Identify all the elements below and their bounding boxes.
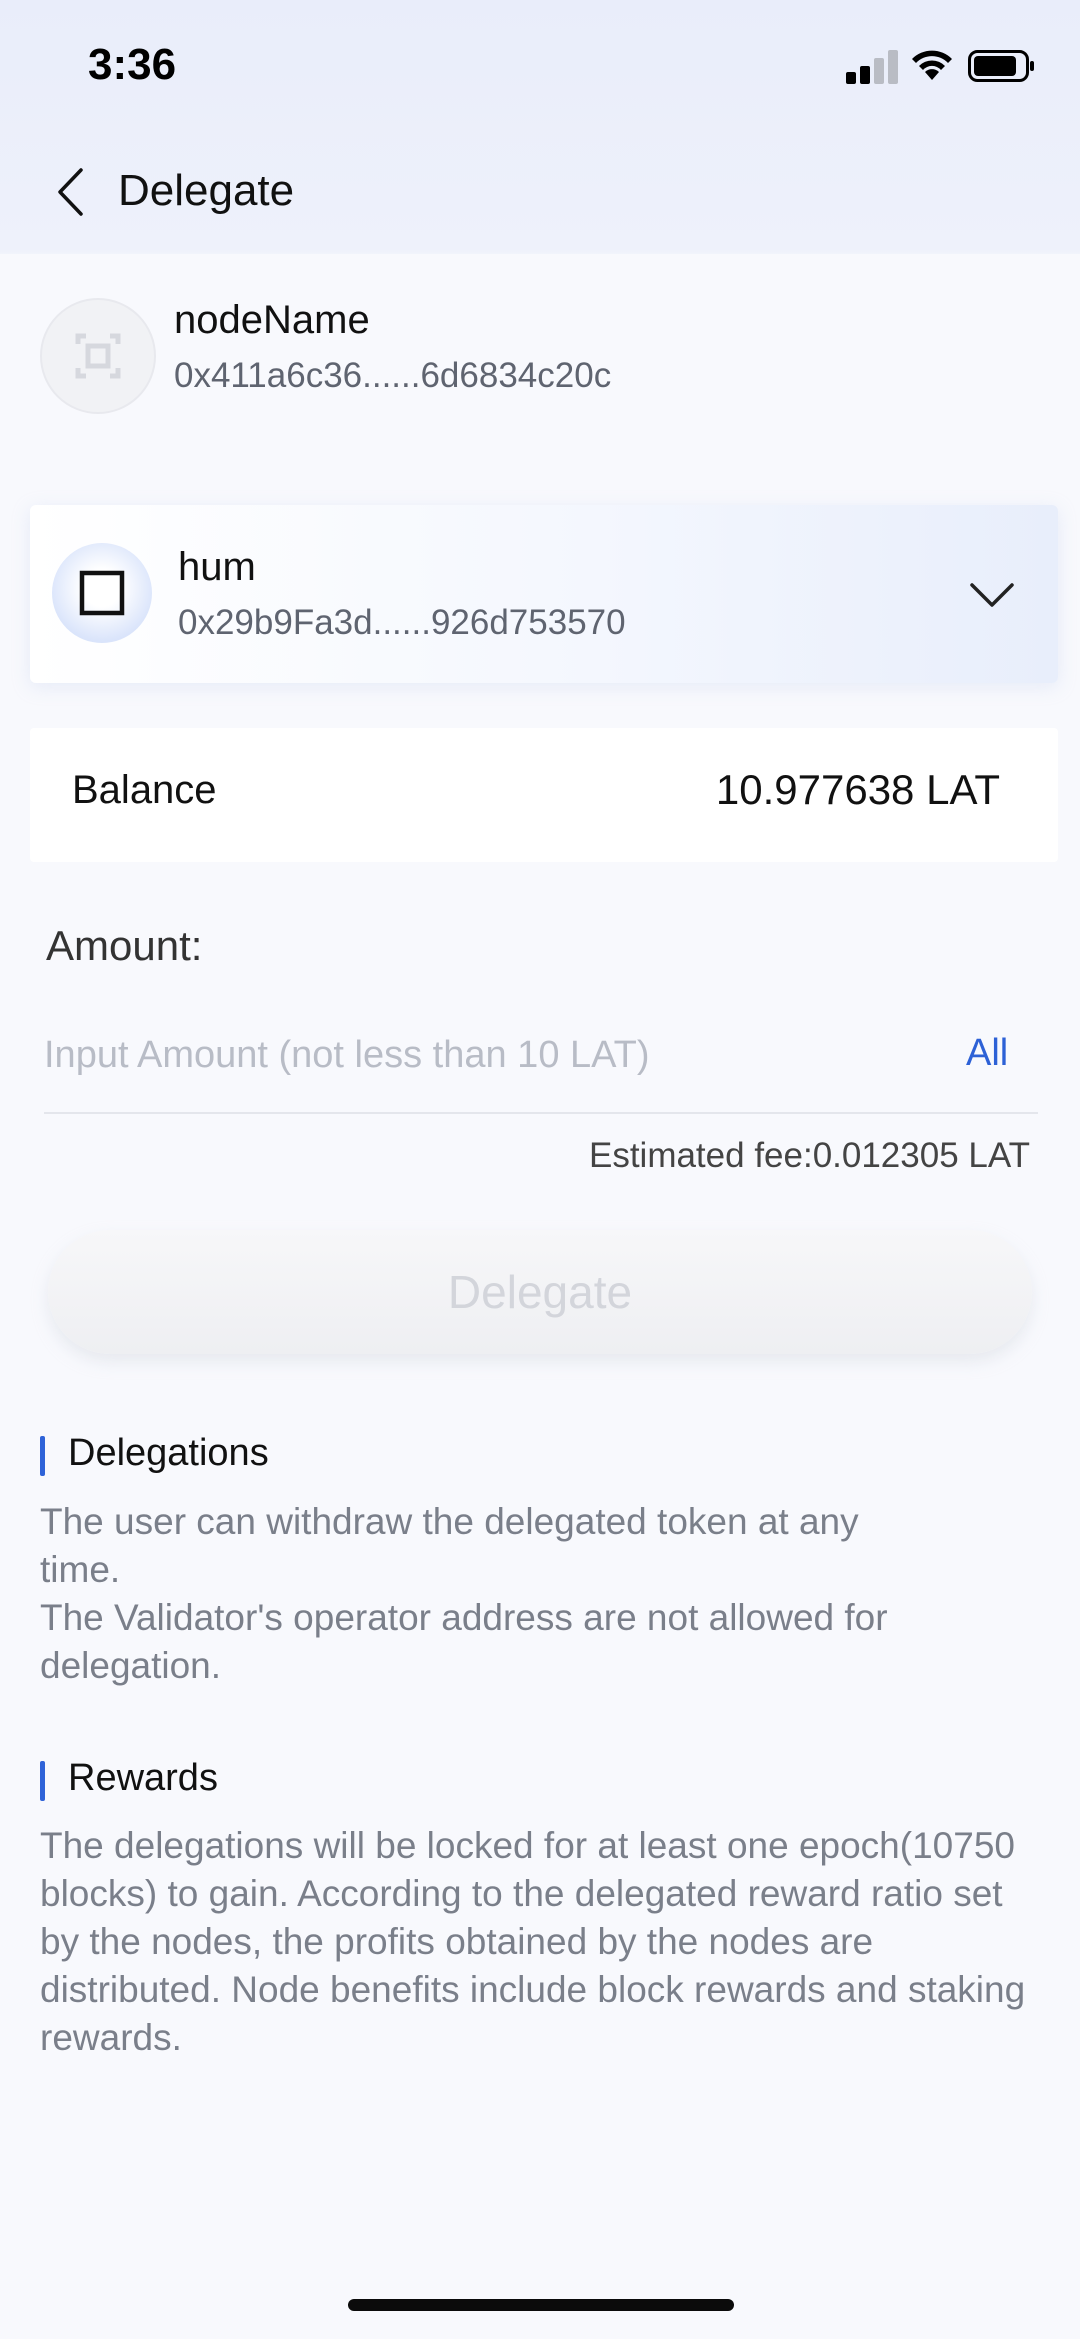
wifi-icon xyxy=(912,50,952,80)
balance-value: 10.977638 LAT xyxy=(715,766,1000,813)
validator-node-info: nodeName 0x411a6c36......6d6834c20c xyxy=(40,288,1040,428)
section-text-delegations-2: The Validator's operator address are not… xyxy=(40,1597,888,1686)
back-button[interactable] xyxy=(44,160,96,224)
battery-icon xyxy=(968,50,1034,82)
balance-card: Balance 10.977638 LAT xyxy=(30,728,1058,862)
chevron-left-icon xyxy=(58,168,83,216)
amount-label: Amount: xyxy=(46,922,203,969)
chevron-down-icon xyxy=(970,583,1014,607)
section-title-delegations: Delegations xyxy=(40,1432,269,1476)
estimated-fee: Estimated fee:0.012305 LAT xyxy=(588,1136,1030,1175)
balance-label: Balance xyxy=(72,768,217,812)
wallet-avatar xyxy=(52,543,152,643)
all-amount-button[interactable]: All xyxy=(966,1032,1008,1075)
page-title: Delegate xyxy=(118,166,295,215)
status-time: 3:36 xyxy=(88,40,177,89)
delegate-screen: 3:36 Delegate nodeName 0x411a6c36......6… xyxy=(0,0,1080,2339)
section-text-delegations-1: The user can withdraw the delegated toke… xyxy=(40,1501,859,1590)
node-name: nodeName xyxy=(174,298,370,342)
home-indicator xyxy=(348,2299,734,2311)
nav-header: Delegate xyxy=(0,130,1080,254)
cellular-signal-icon xyxy=(846,48,900,84)
delegate-button[interactable]: Delegate xyxy=(48,1230,1032,1354)
amount-divider xyxy=(44,1112,1038,1114)
status-bar: 3:36 xyxy=(0,0,1080,130)
amount-input[interactable] xyxy=(44,1020,904,1090)
node-address: 0x411a6c36......6d6834c20c xyxy=(174,356,612,395)
wallet-name: hum xyxy=(178,545,256,589)
node-square-icon xyxy=(75,333,121,379)
wallet-address: 0x29b9Fa3d......926d753570 xyxy=(178,603,626,642)
square-outline-icon xyxy=(79,570,125,616)
section-text-rewards: The delegations will be locked for at le… xyxy=(40,1825,1026,2058)
wallet-selector[interactable]: hum 0x29b9Fa3d......926d753570 xyxy=(30,505,1058,683)
node-avatar xyxy=(40,298,156,414)
section-title-rewards: Rewards xyxy=(40,1757,218,1801)
